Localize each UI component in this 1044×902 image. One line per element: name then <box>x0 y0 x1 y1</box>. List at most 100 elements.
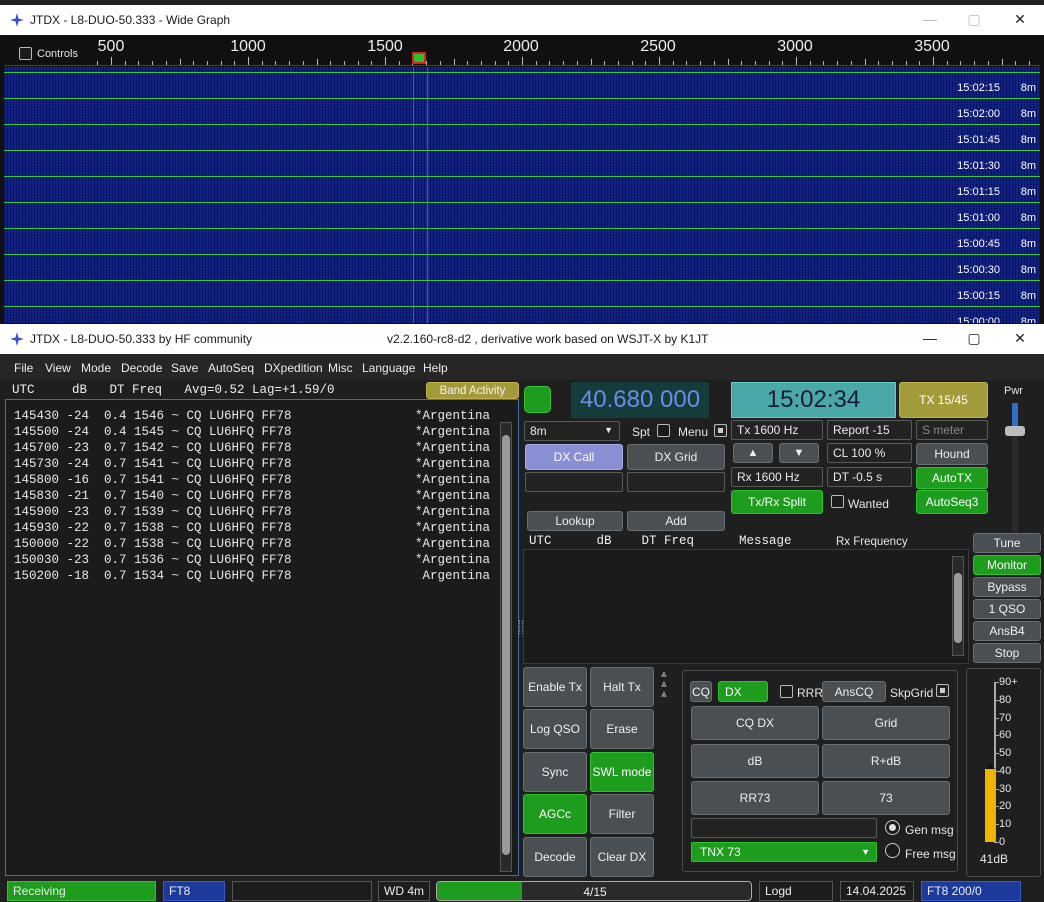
tune-button[interactable]: Tune <box>973 533 1041 553</box>
txrx-split-button[interactable]: Tx/Rx Split <box>731 490 823 514</box>
rx-frequency-spinbox[interactable]: Rx 1600 Hz <box>731 467 823 487</box>
menu-mode[interactable]: Mode <box>81 361 111 375</box>
close-button[interactable]: ✕ <box>1010 11 1030 29</box>
tx-message-select[interactable]: TNX 73 ▼ <box>691 842 877 862</box>
frequency-display[interactable]: 40.680 000 <box>571 382 709 418</box>
cq-button[interactable]: CQ <box>690 681 712 702</box>
band-activity-scrollbar[interactable] <box>500 422 512 872</box>
main-titlebar[interactable]: JTDX - L8-DUO-50.333 by HF community v2.… <box>0 324 1044 354</box>
dt-spinbox[interactable]: DT -0.5 s <box>827 467 912 487</box>
rr73-button[interactable]: RR73 <box>691 781 819 815</box>
menu-misc[interactable]: Misc <box>328 361 353 375</box>
log-qso-button[interactable]: Log QSO <box>523 709 587 749</box>
tx-frequency-spinbox[interactable]: Tx 1600 Hz <box>731 420 823 440</box>
enable-tx-button[interactable]: Enable Tx <box>523 667 587 707</box>
decode-row[interactable]: 145730 -24 0.7 1541 ~ CQ LU6HFQ FF78 *Arg… <box>6 457 496 473</box>
minimize-button[interactable]: — <box>920 330 940 348</box>
maximize-button[interactable]: ▢ <box>964 330 984 348</box>
db-button[interactable]: dB <box>691 744 819 778</box>
band-activity-button[interactable]: Band Activity <box>426 382 519 399</box>
down-arrow-button[interactable]: ▼ <box>779 443 819 463</box>
rx-panel-scrollbar[interactable] <box>952 556 964 656</box>
halt-tx-button[interactable]: Halt Tx <box>590 667 654 707</box>
scrollbar-thumb[interactable] <box>502 435 510 855</box>
cq-dx-button[interactable]: CQ DX <box>691 706 819 740</box>
spt-checkbox[interactable] <box>657 424 670 437</box>
tab-arrows-icon[interactable]: ⩓ ⩓ ⩓ <box>661 670 679 702</box>
minimize-button[interactable]: — <box>920 11 940 29</box>
decode-row[interactable]: 145900 -23 0.7 1539 ~ CQ LU6HFQ FF78 *Arg… <box>6 505 496 521</box>
period-line <box>4 176 1040 177</box>
dx-button[interactable]: DX <box>718 681 768 702</box>
menu-dxpedition[interactable]: DXpedition <box>264 361 323 375</box>
r-db-button[interactable]: R+dB <box>822 744 950 778</box>
dx-grid-input[interactable] <box>627 472 725 492</box>
decode-row[interactable]: 145500 -24 0.4 1545 ~ CQ LU6HFQ FF78 *Arg… <box>6 425 496 441</box>
scrollbar-thumb[interactable] <box>954 573 962 643</box>
decode-row[interactable]: 145930 -22 0.7 1538 ~ CQ LU6HFQ FF78 *Arg… <box>6 521 496 537</box>
menu-language[interactable]: Language <box>362 361 415 375</box>
up-arrow-button[interactable]: ▲ <box>733 443 773 463</box>
tx-marker[interactable] <box>412 52 426 64</box>
grid-button[interactable]: Grid <box>822 706 950 740</box>
menu-help[interactable]: Help <box>423 361 448 375</box>
lookup-button[interactable]: Lookup <box>527 511 623 531</box>
menu-autoseq[interactable]: AutoSeq <box>208 361 254 375</box>
menu-save[interactable]: Save <box>171 361 198 375</box>
clear-dx-button[interactable]: Clear DX <box>590 837 654 877</box>
controls-checkbox[interactable] <box>19 47 32 60</box>
cl-spinbox[interactable]: CL 100 % <box>827 443 912 463</box>
monitor-button[interactable]: Monitor <box>973 555 1041 575</box>
maximize-button[interactable]: ▢ <box>964 11 984 29</box>
sync-button[interactable]: Sync <box>523 752 587 792</box>
free-msg-radio[interactable] <box>885 843 900 858</box>
decode-row[interactable]: 150030 -23 0.7 1536 ~ CQ LU6HFQ FF78 *Arg… <box>6 553 496 569</box>
erase-button[interactable]: Erase <box>590 709 654 749</box>
one-qso-button[interactable]: 1 QSO <box>973 599 1041 619</box>
autoseq3-button[interactable]: AutoSeq3 <box>916 490 988 514</box>
decode-row[interactable]: 145800 -16 0.7 1541 ~ CQ LU6HFQ FF78 *Arg… <box>6 473 496 489</box>
gen-msg-input[interactable] <box>691 818 877 838</box>
add-button[interactable]: Add <box>627 511 725 531</box>
decode-row[interactable]: 145700 -23 0.7 1542 ~ CQ LU6HFQ FF78 *Arg… <box>6 441 496 457</box>
skpgrid-checkbox[interactable] <box>936 684 949 697</box>
decode-row[interactable]: 150000 -22 0.7 1538 ~ CQ LU6HFQ FF78 *Arg… <box>6 537 496 553</box>
autotx-button[interactable]: AutoTX <box>916 467 988 489</box>
s-meter-field[interactable]: S meter <box>916 420 988 440</box>
decode-button[interactable]: Decode <box>523 837 587 877</box>
report-spinbox[interactable]: Report -15 <box>827 420 912 440</box>
agcc-button[interactable]: AGCc <box>523 794 587 834</box>
dx-call-input[interactable] <box>525 472 623 492</box>
menu-decode[interactable]: Decode <box>121 361 162 375</box>
menu-checkbox[interactable] <box>714 424 727 437</box>
menu-view[interactable]: View <box>45 361 71 375</box>
gen-msg-radio[interactable] <box>885 820 900 835</box>
wanted-checkbox[interactable] <box>831 495 844 508</box>
anscq-button[interactable]: AnsCQ <box>822 681 886 702</box>
close-button[interactable]: ✕ <box>1010 330 1030 348</box>
waterfall[interactable]: 15:02:15 8m 15:02:00 8m 15:01:45 8m 15:01:30 8m… <box>4 67 1040 323</box>
filter-button[interactable]: Filter <box>590 794 654 834</box>
decode-row[interactable]: 150200 -18 0.7 1534 ~ CQ LU6HFQ FF78 Arge… <box>6 569 496 585</box>
splitter-handle[interactable] <box>519 620 523 634</box>
swl-mode-button[interactable]: SWL mode <box>590 752 654 792</box>
wide-graph-titlebar[interactable]: JTDX - L8-DUO-50.333 - Wide Graph — ▢ ✕ <box>0 5 1044 35</box>
73-button[interactable]: 73 <box>822 781 950 815</box>
band-select[interactable]: 8m ▼ <box>524 421 620 441</box>
ansb4-button[interactable]: AnsB4 <box>973 621 1041 641</box>
frequency-scale[interactable]: Controls 500 1000 1500 2000 2500 3000 35… <box>4 36 1040 66</box>
band-activity-panel[interactable]: 145430 -24 0.4 1546 ~ CQ LU6HFQ FF78 *Arg… <box>5 399 519 876</box>
decode-row[interactable]: 145830 -21 0.7 1540 ~ CQ LU6HFQ FF78 *Arg… <box>6 489 496 505</box>
tx-period-button[interactable]: TX 15/45 <box>899 382 988 418</box>
stop-button[interactable]: Stop <box>973 643 1041 663</box>
pwr-slider-handle[interactable] <box>1005 426 1025 436</box>
bypass-button[interactable]: Bypass <box>973 577 1041 597</box>
rx-frequency-panel[interactable] <box>523 549 969 664</box>
hound-button[interactable]: Hound <box>916 443 988 465</box>
dx-grid-button[interactable]: DX Grid <box>627 444 725 470</box>
decode-row[interactable]: 145430 -24 0.4 1546 ~ CQ LU6HFQ FF78 *Arg… <box>6 409 496 425</box>
menu-file[interactable]: File <box>14 361 33 375</box>
rrr-checkbox[interactable] <box>780 685 793 698</box>
pwr-slider-track[interactable] <box>1012 403 1018 543</box>
dx-call-button[interactable]: DX Call <box>525 444 623 470</box>
